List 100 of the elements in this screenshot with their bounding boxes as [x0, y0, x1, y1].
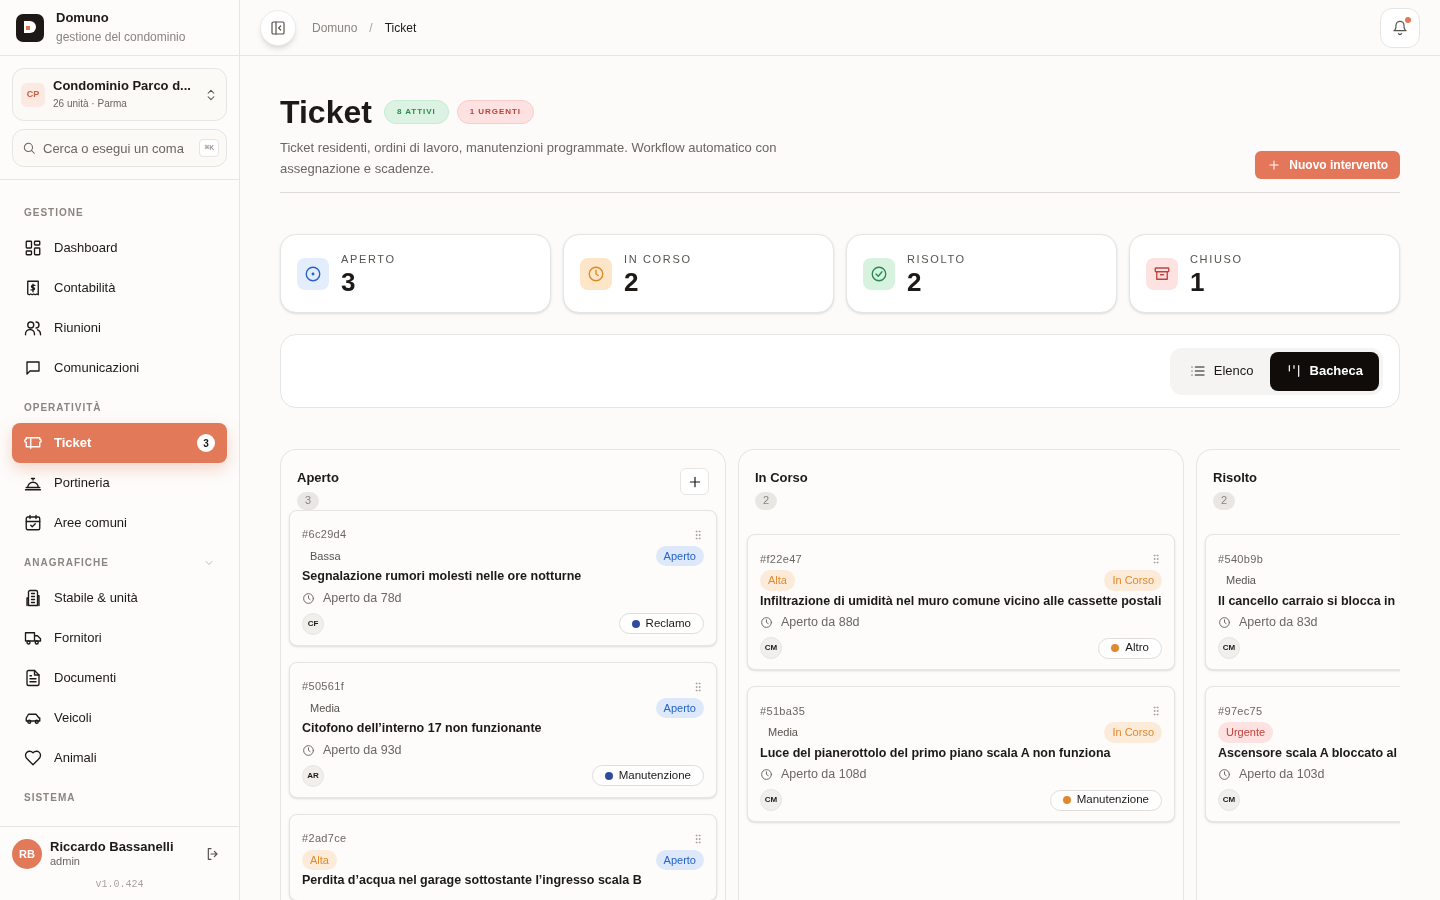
ticket-id: #f22e47: [760, 551, 803, 567]
nav-item[interactable]: Fornitori: [12, 618, 227, 658]
status-badge: 1 URGENTI: [456, 100, 534, 124]
shortcut-key: ⌘K: [199, 139, 219, 157]
bell-icon: [1392, 19, 1408, 36]
category-label: Manutenzione: [1076, 792, 1149, 808]
condominium-meta: 26 unità · Parma: [53, 98, 128, 111]
column-count: 2: [1213, 491, 1235, 510]
condominium-initials: CP: [21, 82, 45, 107]
ticket-card[interactable]: #51ba35 Media In Corso Luce del pianerottolo del primo piano scala A non funziona Aperto da 108d CM Manutenzione: [747, 686, 1175, 822]
stat-label: APERTO: [341, 252, 396, 268]
ticket-age: Aperto da 88d: [781, 614, 860, 632]
logo-icon: [16, 13, 44, 42]
dashboard-icon: [24, 239, 42, 257]
priority-badge: Alta: [760, 570, 795, 591]
assignee-avatar: CM: [760, 637, 782, 659]
version-label: v1.0.424: [94, 878, 145, 892]
view-tab[interactable]: Elenco: [1173, 351, 1270, 391]
nav-item[interactable]: Contabilità: [12, 268, 227, 308]
stat-value: 3: [341, 267, 357, 296]
building-icon: [24, 589, 42, 607]
sidebar-icon: [270, 19, 286, 36]
nav-item[interactable]: Comunicazioni: [12, 348, 227, 388]
receipt-icon: [24, 279, 42, 297]
category-label: Altro: [1125, 640, 1149, 656]
ticket-id: #51ba35: [760, 703, 806, 719]
ticket-title: Ascensore scala A bloccato al: [1218, 744, 1399, 762]
ticket-id: #6c29d4: [302, 527, 347, 543]
column-title: In Corso: [755, 469, 808, 487]
ticket-id: #50561f: [302, 679, 345, 695]
sidebar-toggle-button[interactable]: [260, 9, 296, 46]
ticket-age: Aperto da 93d: [323, 741, 402, 759]
clock-icon: [302, 743, 315, 757]
stat-value: 2: [907, 267, 923, 296]
ticket-card[interactable]: #6c29d4 Bassa Aperto Segnalazione rumori molesti nelle ore notturne Aperto da 78d CF Reclamo: [289, 509, 717, 646]
status-badge: Aperto: [655, 697, 704, 718]
ticket-age: Aperto da 108d: [781, 766, 867, 784]
nav-item[interactable]: Portineria: [12, 463, 227, 503]
priority-label: Bassa: [309, 548, 342, 564]
section-label: OPERATIVITÀ: [24, 400, 102, 415]
nav-item[interactable]: Ticket 3: [12, 423, 227, 463]
section-label: GESTIONE: [24, 206, 84, 220]
ticket-card[interactable]: #540b9b Media Il cancello carraio si blocca in Aperto da 83d CM: [1205, 534, 1400, 670]
section-label: ANAGRAFICHE: [24, 556, 109, 570]
condominium-name: Condominio Parco d...: [53, 78, 192, 95]
target-icon: [304, 264, 322, 283]
ticket-id: #2ad7ce: [302, 831, 347, 847]
user-avatar: RB: [12, 839, 42, 869]
count-badge: 3: [197, 434, 215, 452]
add-card-button[interactable]: [680, 468, 709, 495]
assignee-avatar: CM: [1218, 789, 1240, 811]
ticket-age: Aperto da 83d: [1239, 614, 1318, 632]
ticket-id: #540b9b: [1218, 551, 1264, 567]
document-icon: [24, 669, 42, 687]
ticket-title: Luce del pianerottolo del primo piano scala A non funziona: [760, 744, 1112, 762]
priority-label: Media: [1225, 573, 1257, 588]
nav-item[interactable]: Documenti: [12, 658, 227, 698]
clock-icon: [1218, 768, 1231, 782]
ticket-card[interactable]: #97ec75 Urgente Ascensore scala A bloccato al Aperto da 103d CM: [1205, 686, 1400, 822]
assignee-avatar: CM: [760, 789, 782, 811]
breadcrumb-item: Ticket: [384, 19, 417, 37]
nav-item[interactable]: Dashboard: [12, 228, 227, 268]
status-badge: In Corso: [1104, 722, 1162, 743]
stat-label: CHIUSO: [1190, 252, 1243, 268]
page-description: Ticket residenti, ordini di lavoro, manutenzioni programmate. Workflow automatico con assegnazione e scadenze.: [280, 139, 778, 178]
ticket-card[interactable]: #2ad7ce Alta Aperto Perdita d’acqua nel garage sottostante l’ingresso scala B: [289, 813, 717, 900]
nav-item[interactable]: Stabile & unità: [12, 578, 227, 618]
check-circle-icon: [870, 264, 888, 283]
drag-handle-icon: [692, 528, 704, 541]
stat-value: 1: [1190, 267, 1206, 296]
ticket-title: Perdita d’acqua nel garage sottostante l’ingresso scala B: [302, 872, 643, 889]
truck-icon: [24, 629, 42, 647]
stat-value: 2: [624, 267, 640, 296]
clock-icon: [587, 264, 605, 283]
breadcrumb-item[interactable]: Domuno: [312, 18, 358, 37]
column-title: Aperto: [297, 469, 339, 487]
ticket-title: Segnalazione rumori molesti nelle ore notturne: [302, 568, 583, 585]
ticket-card[interactable]: #f22e47 Alta In Corso Infiltrazione di umidità nel muro comune vicino alle cassette postali Aperto da 88d CM Altro: [747, 534, 1175, 670]
archive-icon: [1153, 264, 1171, 283]
app-tagline: gestione del condominio: [56, 30, 186, 46]
nav-item[interactable]: Animali: [12, 738, 227, 778]
clock-icon: [1218, 616, 1231, 630]
clock-icon: [302, 591, 315, 605]
assignee-avatar: AR: [302, 764, 324, 787]
view-tab[interactable]: Bacheca: [1269, 351, 1379, 391]
nav-item[interactable]: Veicoli: [12, 698, 227, 738]
nav-item[interactable]: Aree comuni: [12, 503, 227, 543]
stat-label: RISOLTO: [907, 252, 966, 268]
ticket-icon: [24, 434, 42, 452]
ticket-card[interactable]: #50561f Media Aperto Citofono dell’interno 17 non funzionante Aperto da 93d AR Manutenzione: [289, 661, 717, 798]
condominium-selector[interactable]: CP Condominio Parco d... 26 unità · Parma: [12, 68, 227, 121]
user-name: Riccardo Bassanelli: [50, 839, 175, 856]
ticket-title: Citofono dell’interno 17 non funzionante: [302, 720, 543, 737]
nav-item[interactable]: Riunioni: [12, 308, 227, 348]
calendar-check-icon: [24, 514, 42, 532]
priority-badge: Urgente: [1218, 722, 1274, 743]
drag-handle-icon: [692, 832, 704, 845]
plus-icon: [1267, 158, 1282, 172]
clock-icon: [760, 768, 773, 782]
notifications-button[interactable]: [1380, 7, 1420, 48]
